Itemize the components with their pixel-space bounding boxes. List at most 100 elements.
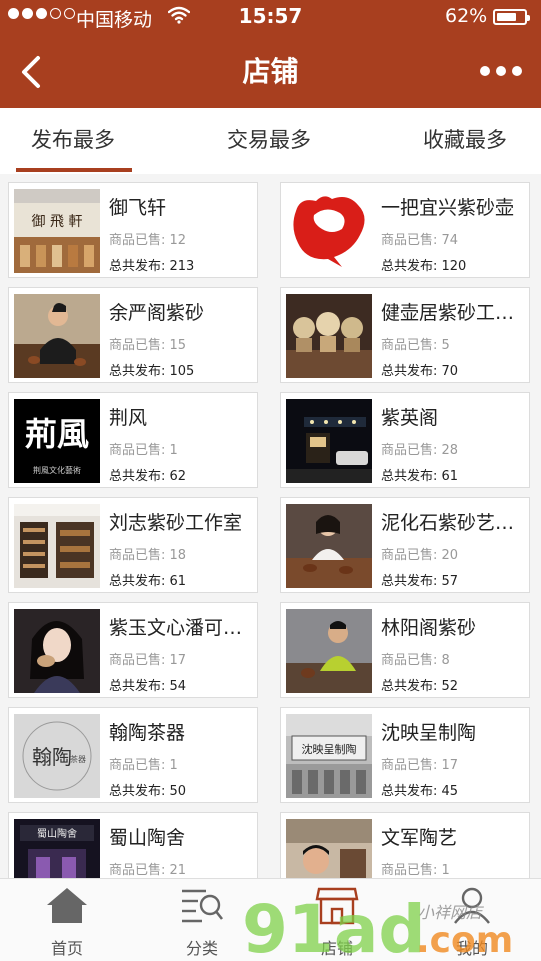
- active-tab-indicator: [16, 168, 132, 172]
- shop-items-sold: 商品已售: 18: [109, 548, 187, 563]
- tabbar-label: 分类: [185, 939, 218, 958]
- shop-thumbnail: [286, 189, 372, 273]
- shop-items-sold: 商品已售: 28: [381, 443, 459, 458]
- tab-most-favorited[interactable]: 收藏最多: [423, 124, 507, 154]
- svg-text:沈映呈制陶: 沈映呈制陶: [302, 742, 357, 756]
- svg-text:茶器: 茶器: [70, 754, 86, 764]
- user-icon: [454, 887, 490, 924]
- shop-thumbnail: [14, 504, 100, 588]
- tabbar-shop[interactable]: 店铺: [292, 885, 382, 959]
- shop-card[interactable]: 荊風 荆風文化藝術 荆风 商品已售: 1 总共发布: 62: [8, 392, 258, 488]
- shop-name: 翰陶茶器: [109, 722, 186, 744]
- tabbar-category[interactable]: 分类: [157, 885, 247, 959]
- shop-thumbnail: [14, 609, 100, 693]
- shop-card[interactable]: 翰陶 茶器 翰陶茶器 商品已售: 1 总共发布: 50: [8, 707, 258, 803]
- nav-bar: 店铺: [0, 34, 541, 108]
- shop-card[interactable]: 御 飛 軒 御飞轩 商品已售: 12 总共发布: 213: [8, 182, 258, 278]
- shop-thumbnail: 沈映呈制陶: [286, 714, 372, 798]
- shop-list: 御 飛 軒 御飞轩 商品已售: 12 总共发布: 213 一把宜兴紫砂壶 商品已…: [0, 174, 541, 878]
- shop-total-published: 总共发布: 62: [109, 469, 187, 484]
- shop-thumbnail: 翰陶 茶器: [14, 714, 100, 798]
- shop-total-published: 总共发布: 120: [381, 259, 467, 274]
- shop-name: 文军陶艺: [381, 827, 458, 849]
- shop-thumbnail: [14, 294, 100, 378]
- shop-card[interactable]: 文军陶艺 商品已售: 1: [280, 812, 530, 878]
- svg-text:荆風文化藝術: 荆風文化藝術: [33, 465, 81, 475]
- tabbar-home[interactable]: 首页: [22, 885, 112, 959]
- tabbar-profile[interactable]: 我的: [427, 885, 517, 959]
- shop-name: 余严阁紫砂: [109, 302, 205, 324]
- shop-total-published: 总共发布: 50: [109, 784, 187, 799]
- shop-thumbnail: [286, 504, 372, 588]
- shop-total-published: 总共发布: 54: [109, 679, 187, 694]
- shop-thumbnail: 荊風 荆風文化藝術: [14, 399, 100, 483]
- shop-items-sold: 商品已售: 20: [381, 548, 459, 563]
- shop-name: 紫玉文心潘可…: [109, 617, 243, 639]
- shop-items-sold: 商品已售: 12: [109, 233, 187, 248]
- shop-items-sold: 商品已售: 8: [381, 653, 450, 668]
- shop-card[interactable]: 一把宜兴紫砂壶 商品已售: 74 总共发布: 120: [280, 182, 530, 278]
- shop-name: 刘志紫砂工作室: [109, 512, 243, 534]
- shop-card[interactable]: 紫玉文心潘可… 商品已售: 17 总共发布: 54: [8, 602, 258, 698]
- shop-card[interactable]: 健壶居紫砂工… 商品已售: 5 总共发布: 70: [280, 287, 530, 383]
- battery-percent: 62%: [445, 5, 488, 27]
- shop-total-published: 总共发布: 61: [109, 574, 187, 589]
- svg-text:翰陶: 翰陶: [32, 745, 72, 769]
- shop-thumbnail: [286, 294, 372, 378]
- status-bar: 中国移动 15:57 62%: [0, 0, 541, 34]
- page-title: 店铺: [242, 55, 299, 88]
- shop-card[interactable]: 沈映呈制陶 沈映呈制陶 商品已售: 17 总共发布: 45: [280, 707, 530, 803]
- category-search-icon: [182, 889, 224, 923]
- shop-card[interactable]: 泥化石紫砂艺… 商品已售: 20 总共发布: 57: [280, 497, 530, 593]
- svg-text:蜀山陶舍: 蜀山陶舍: [37, 827, 77, 840]
- shop-total-published: 总共发布: 70: [381, 364, 459, 379]
- shop-card[interactable]: 紫英阁 商品已售: 28 总共发布: 61: [280, 392, 530, 488]
- shop-thumbnail: [286, 399, 372, 483]
- shop-card[interactable]: 林阳阁紫砂 商品已售: 8 总共发布: 52: [280, 602, 530, 698]
- shop-card[interactable]: 余严阁紫砂 商品已售: 15 总共发布: 105: [8, 287, 258, 383]
- shop-card[interactable]: 刘志紫砂工作室 商品已售: 18 总共发布: 61: [8, 497, 258, 593]
- shop-items-sold: 商品已售: 74: [381, 233, 459, 248]
- shop-name: 沈映呈制陶: [381, 722, 477, 744]
- shop-items-sold: 商品已售: 17: [381, 758, 459, 773]
- shop-name: 蜀山陶舍: [109, 827, 186, 849]
- svg-text:御 飛 軒: 御 飛 軒: [32, 214, 83, 230]
- shop-name: 荆风: [109, 407, 148, 429]
- bottom-tab-bar: 首页 分类 店铺 我的: [0, 878, 541, 961]
- shop-total-published: 总共发布: 52: [381, 679, 459, 694]
- shop-items-sold: 商品已售: 1: [381, 863, 450, 878]
- shop-items-sold: 商品已售: 17: [109, 653, 187, 668]
- shop-total-published: 总共发布: 57: [381, 574, 459, 589]
- tabbar-label: 我的: [455, 939, 488, 958]
- tab-most-traded[interactable]: 交易最多: [227, 124, 311, 154]
- shop-items-sold: 商品已售: 5: [381, 338, 450, 353]
- battery-icon: [493, 9, 530, 25]
- svg-text:荊風: 荊風: [25, 415, 89, 453]
- shop-name: 健壶居紫砂工…: [381, 302, 515, 324]
- shop-thumbnail: [286, 819, 372, 878]
- tab-most-published[interactable]: 发布最多: [31, 124, 115, 154]
- shop-thumbnail: [286, 609, 372, 693]
- shop-total-published: 总共发布: 105: [109, 364, 195, 379]
- shop-name: 紫英阁: [381, 407, 439, 429]
- shop-name: 一把宜兴紫砂壶: [381, 197, 515, 219]
- shop-items-sold: 商品已售: 1: [109, 443, 178, 458]
- tabbar-label: 店铺: [320, 939, 353, 958]
- shop-name: 御飞轩: [109, 197, 167, 219]
- shop-total-published: 总共发布: 213: [109, 259, 195, 274]
- shop-name: 林阳阁紫砂: [381, 617, 477, 639]
- shop-thumbnail: 御 飛 軒: [14, 189, 100, 273]
- more-options-icon[interactable]: [480, 66, 522, 76]
- shop-thumbnail: 蜀山陶舍: [14, 819, 100, 878]
- shop-items-sold: 商品已售: 21: [109, 863, 187, 878]
- home-icon: [47, 888, 87, 923]
- shop-card[interactable]: 蜀山陶舍 蜀山陶舍 商品已售: 21: [8, 812, 258, 878]
- shop-icon: [315, 887, 359, 925]
- shop-items-sold: 商品已售: 15: [109, 338, 187, 353]
- shop-total-published: 总共发布: 45: [381, 784, 459, 799]
- shop-items-sold: 商品已售: 1: [109, 758, 178, 773]
- shop-total-published: 总共发布: 61: [381, 469, 459, 484]
- shop-name: 泥化石紫砂艺…: [381, 512, 515, 534]
- sort-tabs: 发布最多 交易最多 收藏最多: [0, 108, 541, 175]
- tabbar-label: 首页: [50, 939, 83, 958]
